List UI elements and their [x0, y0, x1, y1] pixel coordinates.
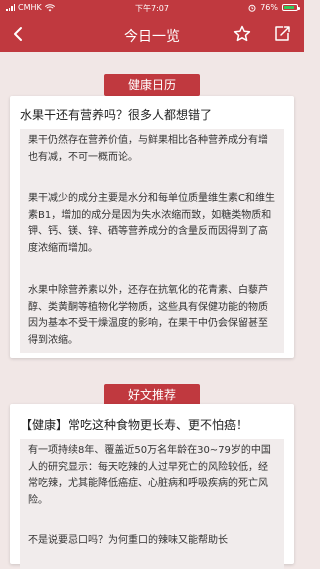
section-tag-recommended: 好文推荐 [104, 384, 200, 406]
article-paragraph: 果干仍然存在营养价值，与鲜果相比各种营养成分有增也有减，不可一概而论。 [20, 129, 284, 187]
article-card[interactable]: 【健康】常吃这种食物更长寿、更不怕癌！ 有一项持续8年、覆盖近50万名年龄在30… [10, 404, 294, 569]
page-title: 今日一览 [124, 29, 180, 45]
alarm-icon [248, 4, 256, 12]
share-button[interactable] [272, 24, 292, 44]
nav-bar: 今日一览 [0, 16, 304, 52]
status-bar: CMHK 下午7:07 76% [0, 0, 304, 16]
battery-icon [282, 4, 300, 11]
section-tag-health-calendar: 健康日历 [104, 74, 200, 96]
favorite-button[interactable] [232, 24, 252, 44]
article-paragraph: 不是说要忌口吗？为何重口的辣味又能帮助长 [20, 529, 284, 569]
article-paragraph: 果干减少的成分主要是水分和每单位质量维生素C和维生素B1，增加的成分是因为失水浓… [20, 187, 284, 279]
article-title[interactable]: 【健康】常吃这种食物更长寿、更不怕癌！ [10, 416, 294, 433]
article-card[interactable]: 水果干还有营养吗？很多人都想错了 果干仍然存在营养价值，与鲜果相比各种营养成分有… [10, 96, 294, 358]
article-paragraph: 水果中除营养素以外，还存在抗氧化的花青素、白藜芦醇、类黄酮等植物化学物质，这些具… [20, 279, 284, 353]
article-title[interactable]: 水果干还有营养吗？很多人都想错了 [10, 106, 294, 123]
battery-percent: 76% [260, 3, 278, 12]
share-icon [275, 26, 290, 41]
article-paragraph: 有一项持续8年、覆盖近50万名年龄在30~79岁的中国人的研究显示：每天吃辣的人… [20, 439, 284, 529]
star-icon [233, 25, 251, 42]
